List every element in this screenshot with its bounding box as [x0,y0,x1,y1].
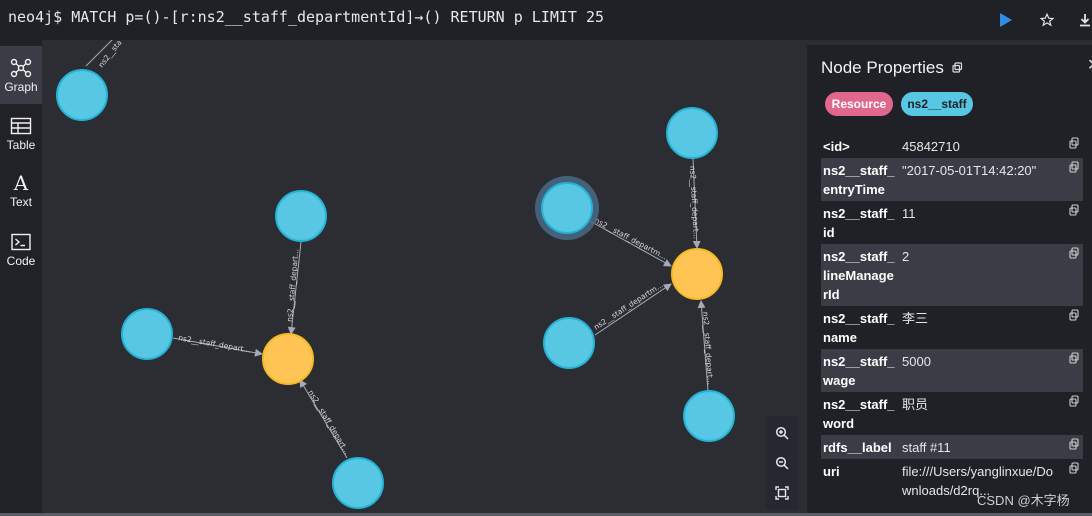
download-button[interactable] [1068,6,1092,34]
label-badge-staff[interactable]: ns2__staff [901,92,973,116]
copy-icon[interactable] [1069,137,1079,149]
result-view-sidebar: Graph Table A Text Code [0,40,42,516]
download-icon [1080,14,1090,27]
staff-node[interactable] [332,457,384,509]
graph-visualization[interactable]: ns2__sta ns2__staff_depart... ns2__staff… [42,40,807,516]
property-value: 45842710 [902,139,960,154]
view-tab-label: Table [6,137,36,152]
copy-icon[interactable] [1069,462,1079,474]
copy-icon[interactable] [1069,204,1079,216]
property-key: uri [823,464,840,479]
department-node[interactable] [671,248,723,300]
zoom-out-icon [775,456,789,470]
property-row: ns2__staff_wage 5000 [821,349,1083,392]
edge-label: ns2__staff_depart... [285,248,300,322]
property-key: <id> [823,139,850,154]
property-value: 李三 [902,311,929,326]
property-row: ns2__staff_lineManagerId 2 [821,244,1083,306]
staff-node-selected[interactable] [541,182,593,234]
watermark: CSDN @木字杨 [977,493,1070,508]
view-tab-code[interactable]: Code [0,220,42,278]
property-row: rdfs__label staff #11 [821,435,1083,459]
graph-icon [10,57,32,79]
fit-screen-icon [775,486,789,500]
table-icon [10,115,32,137]
property-row: ns2__staff_name 李三 [821,306,1083,349]
edge-label: ns2__staff_departm... [593,216,668,262]
property-value: 5000 [902,354,931,369]
property-key: ns2__staff_wage [823,354,895,388]
staff-node[interactable] [121,308,173,360]
staff-node[interactable] [683,390,735,442]
node-properties-panel: Node Properties ✕ Resource ns2__staff <i… [807,45,1092,516]
property-value: "2017-05-01T14:42:20" [902,163,1037,178]
close-icon[interactable]: ✕ [1087,55,1092,74]
department-node[interactable] [262,333,314,385]
edge-label: ns2__staff_depart... [688,166,701,240]
graph-canvas[interactable]: ns2__sta ns2__staff_depart... ns2__staff… [42,40,807,516]
copy-icon[interactable] [951,62,963,73]
run-button[interactable] [988,6,1024,34]
view-tab-label: Text [9,194,32,209]
edge-label: ns2__staff_depart... [178,333,252,355]
code-icon [11,231,31,253]
copy-icon[interactable] [1069,352,1079,364]
edge-label: ns2__sta [96,40,123,69]
zoom-controls [766,416,798,510]
property-key: ns2__staff_word [823,397,895,431]
zoom-in-icon [775,426,789,440]
panel-title: Node Properties [821,58,963,78]
staff-node[interactable] [666,107,718,159]
staff-node[interactable] [56,69,108,121]
property-key: ns2__staff_id [823,206,895,240]
copy-icon[interactable] [1069,309,1079,321]
view-tab-table[interactable]: Table [0,104,42,162]
copy-icon[interactable] [1069,438,1079,450]
property-key: ns2__staff_entryTime [823,163,895,197]
star-icon [1040,13,1054,27]
property-value: 2 [902,249,910,264]
property-row: <id> 45842710 [821,134,1083,158]
label-badge-resource[interactable]: Resource [825,92,893,116]
zoom-in-button[interactable] [766,418,798,448]
view-tab-text[interactable]: A Text [0,161,42,219]
copy-icon[interactable] [1069,161,1079,173]
copy-icon[interactable] [1069,395,1079,407]
property-value: 职员 [902,397,929,412]
edge-label: ns2__staff_depart... [701,312,715,386]
fit-screen-button[interactable] [766,478,798,508]
relationship-edge[interactable] [594,283,672,336]
zoom-out-button[interactable] [766,448,798,478]
edge-label: ns2__staff_depart... [306,388,351,455]
view-tab-label: Code [6,253,36,268]
property-key: rdfs__label [823,440,892,455]
view-tab-label: Graph [4,79,38,94]
text-icon: A [13,170,29,195]
panel-title-text: Node Properties [821,58,944,77]
property-key: ns2__staff_lineManagerId [823,249,895,302]
query-bar: neo4j$ MATCH p=()-[r:ns2__staff_departme… [0,0,1092,40]
query-editor[interactable]: neo4j$ MATCH p=()-[r:ns2__staff_departme… [8,8,604,26]
staff-node[interactable] [275,190,327,242]
property-value: staff #11 [902,440,951,455]
favorite-button[interactable] [1030,6,1064,34]
property-value: 11 [902,206,916,221]
staff-node[interactable] [543,317,595,369]
property-row: ns2__staff_word 职员 [821,392,1083,435]
copy-icon[interactable] [1069,247,1079,259]
property-row: ns2__staff_id 11 [821,201,1083,244]
edge-label: ns2__staff_departm... [592,280,664,331]
property-key: ns2__staff_name [823,311,895,345]
play-icon [1000,13,1012,27]
property-row: ns2__staff_entryTime "2017-05-01T14:42:2… [821,158,1083,201]
view-tab-graph[interactable]: Graph [0,46,42,104]
